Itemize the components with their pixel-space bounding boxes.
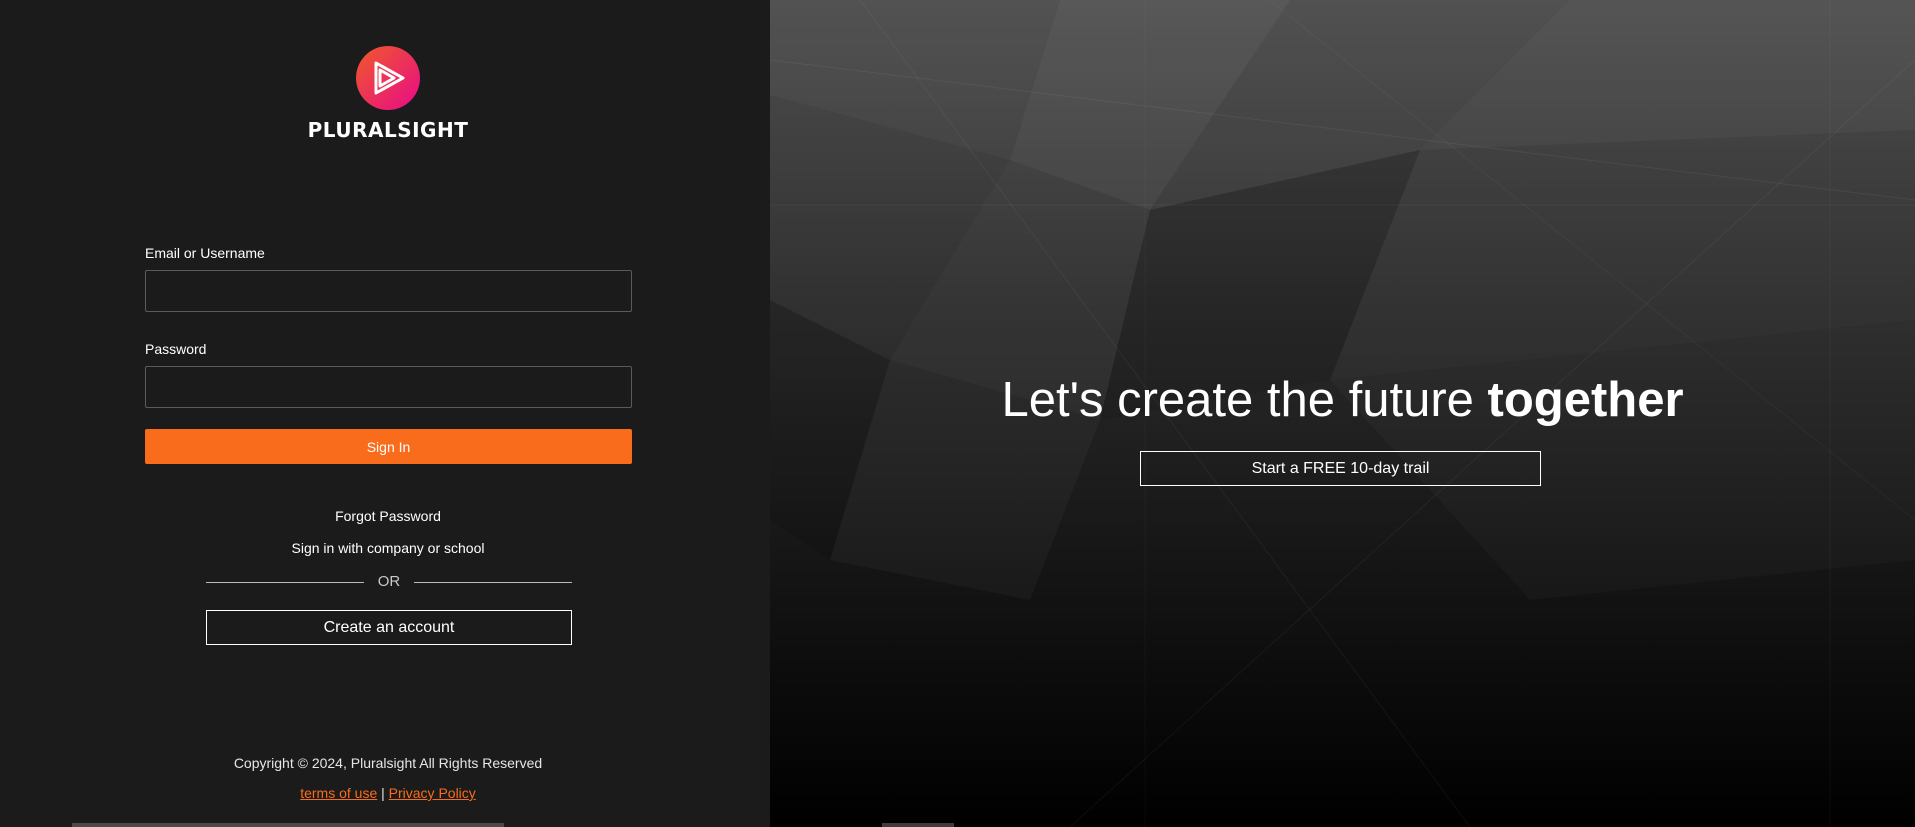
- free-trial-button[interactable]: Start a FREE 10-day trail: [1140, 451, 1541, 486]
- headline-regular: Let's create the future: [1001, 373, 1488, 427]
- or-divider: OR: [206, 572, 572, 592]
- horizontal-scrollbar[interactable]: [72, 823, 504, 827]
- email-input[interactable]: [145, 270, 632, 312]
- brand-wordmark: PLURALSIGHT: [307, 118, 469, 142]
- login-form: Email or Username Password Sign In: [145, 244, 632, 464]
- privacy-policy-link[interactable]: Privacy Policy: [389, 785, 476, 801]
- brand-logo: PLURALSIGHT: [0, 46, 776, 142]
- pluralsight-play-icon: [356, 46, 420, 110]
- scrollbar-thumb[interactable]: [882, 823, 954, 827]
- email-label: Email or Username: [145, 245, 265, 261]
- password-input[interactable]: [145, 366, 632, 408]
- copyright-text: Copyright © 2024, Pluralsight All Rights…: [233, 755, 543, 771]
- hero-headline: Let's create the future together: [770, 372, 1915, 428]
- login-page: PLURALSIGHT Email or Username Password S…: [0, 0, 1915, 827]
- login-panel: PLURALSIGHT Email or Username Password S…: [0, 0, 770, 827]
- headline-bold: together: [1487, 373, 1684, 427]
- company-signin-link[interactable]: Sign in with company or school: [0, 540, 776, 556]
- password-label: Password: [145, 341, 207, 357]
- legal-links: terms of use | Privacy Policy: [0, 785, 776, 801]
- sign-in-button[interactable]: Sign In: [145, 429, 632, 464]
- hero-panel: Let's create the future together Start a…: [770, 0, 1915, 827]
- legal-separator: |: [381, 785, 385, 801]
- forgot-password-link[interactable]: Forgot Password: [0, 508, 776, 524]
- terms-of-use-link[interactable]: terms of use: [300, 785, 377, 801]
- divider-line-right: [414, 582, 572, 583]
- create-account-button[interactable]: Create an account: [206, 610, 572, 645]
